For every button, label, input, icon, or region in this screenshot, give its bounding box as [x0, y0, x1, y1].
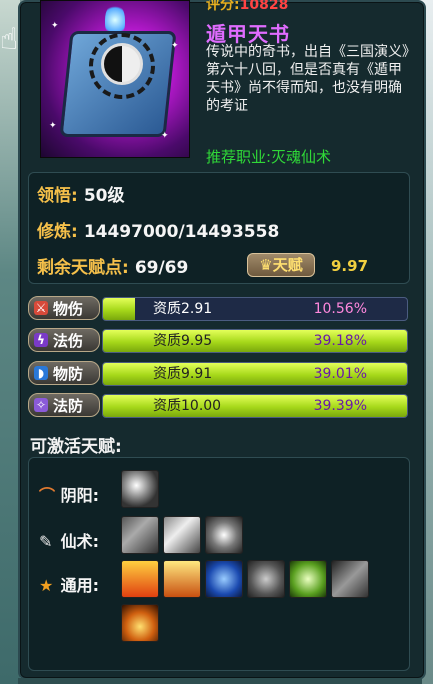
talent-tongyong-icon-1[interactable] [121, 560, 159, 598]
tongyong-row: ★ 通用: [39, 576, 99, 595]
stat-bar: 资质9.91 39.01% [102, 362, 408, 386]
cultivation-row: 修炼: 14497000/14493558 [37, 217, 279, 242]
sparkle-icon: ✦ [51, 21, 59, 31]
stat-percent: 39.01% [313, 366, 367, 382]
stat-aptitude: 资质9.91 [153, 366, 213, 382]
stat-label[interactable]: ◗ 物防 [28, 361, 100, 385]
item-score: 评分:10828 [206, 0, 289, 13]
talent-yinyang-icon[interactable] [121, 470, 159, 508]
stat-percent: 10.56% [313, 301, 367, 317]
talent-tongyong-icon-6[interactable] [331, 560, 369, 598]
sword-icon: ⚔ [34, 301, 48, 315]
yinyang-row: ⌒ 阴阳: [39, 482, 99, 506]
talent-xianshu-icon-1[interactable] [121, 516, 159, 554]
remaining-label: 剩余天赋点: [37, 258, 129, 278]
talent-tongyong-icon-3[interactable] [205, 560, 243, 598]
stat-row: ◗ 物防 资质9.91 39.01% [28, 361, 408, 387]
talent-box: ⌒ 阴阳: ✎ 仙术: ★ 通用: [28, 457, 410, 671]
comprehension-row: 领悟: 50级 [37, 181, 124, 206]
yinyang-icon [101, 43, 143, 85]
stat-percent: 39.39% [313, 398, 367, 414]
star-icon: ★ [39, 576, 54, 595]
stat-aptitude: 资质9.95 [153, 333, 213, 349]
stat-bar-fill [103, 298, 136, 320]
info-box: 领悟: 50级 修炼: 14497000/14493558 剩余天赋点: 69/69 … [28, 172, 410, 284]
scroll-icon: ✎ [39, 532, 53, 551]
stat-row: ✧ 法防 资质10.00 39.39% [28, 393, 408, 419]
talent-xianshu-icon-3[interactable] [205, 516, 243, 554]
crown-icon: ♛ [259, 256, 273, 274]
sparkle-icon: ✦ [171, 41, 179, 51]
sparkle-icon: ✦ [161, 131, 169, 141]
talent-tongyong-icon-4[interactable] [247, 560, 285, 598]
item-image: ✦ ✦ ✦ ✦ [40, 0, 190, 158]
comprehension-value: 50级 [83, 186, 125, 206]
stat-row: ⚔ 物伤 资质2.91 10.56% [28, 296, 408, 322]
stat-label[interactable]: ✧ 法防 [28, 393, 100, 417]
brush-icon: ⌒ [39, 486, 56, 505]
stat-row: ϟ 法伤 资质9.95 39.18% [28, 328, 408, 354]
talent-tongyong-icon-2[interactable] [163, 560, 201, 598]
stat-aptitude: 资质2.91 [153, 301, 213, 317]
stat-bar: 资质9.95 39.18% [102, 329, 408, 353]
cultivation-label: 修炼: [37, 222, 78, 242]
stat-label[interactable]: ⚔ 物伤 [28, 296, 100, 320]
sparkle-icon: ✦ [49, 121, 57, 131]
talents-title: 可激活天赋: [30, 437, 122, 457]
lightning-icon: ϟ [34, 333, 48, 347]
stat-percent: 39.18% [313, 333, 367, 349]
talent-xianshu-icon-2[interactable] [163, 516, 201, 554]
background-left [0, 0, 20, 684]
cultivation-value: 14497000/14493558 [83, 222, 280, 242]
tianfu-button[interactable]: ♛天赋 [247, 253, 315, 277]
shield-icon: ◗ [34, 366, 48, 380]
tianfu-value: 9.97 [331, 257, 369, 275]
remaining-row: 剩余天赋点: 69/69 [37, 253, 188, 278]
stat-aptitude: 资质10.00 [153, 398, 222, 414]
stat-bar: 资质2.91 10.56% [102, 297, 408, 321]
panel-bottom [18, 678, 422, 684]
magic-shield-icon: ✧ [34, 398, 48, 412]
xianshu-row: ✎ 仙术: [39, 532, 99, 551]
stat-bar: 资质10.00 39.39% [102, 394, 408, 418]
stat-label[interactable]: ϟ 法伤 [28, 328, 100, 352]
item-description: 传说中的奇书，出自《三国演义》第六十八回，但是否真有《遁甲天书》尚不得而知，也没… [206, 44, 409, 114]
talent-tongyong-icon-7[interactable] [121, 604, 159, 642]
talent-tongyong-icon-5[interactable] [289, 560, 327, 598]
cursor-hand-icon: ☝ [0, 22, 19, 57]
recommended-class: 推荐职业:灭魂仙术 [206, 148, 332, 166]
comprehension-label: 领悟: [37, 186, 78, 206]
remaining-value: 69/69 [134, 258, 189, 278]
